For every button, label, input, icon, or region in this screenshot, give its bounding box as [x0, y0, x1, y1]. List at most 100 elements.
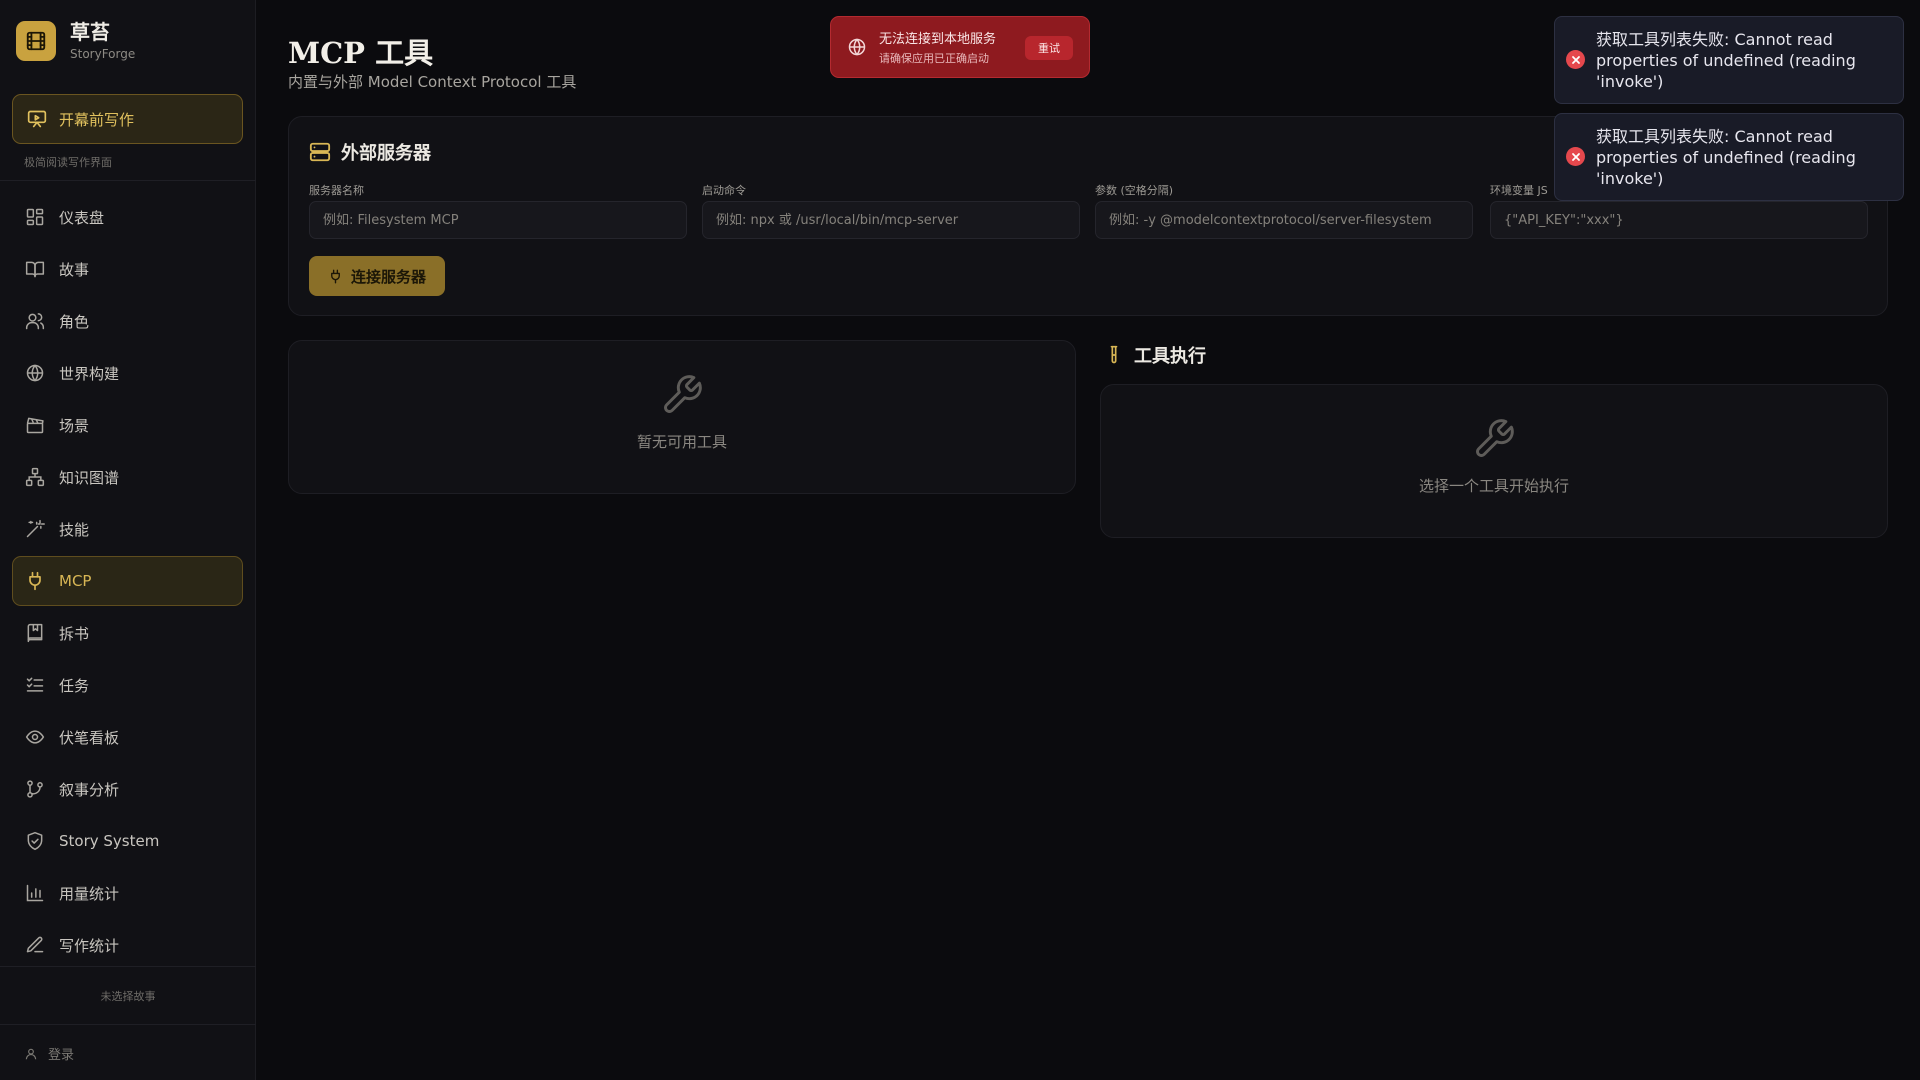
no-story-selected-note: 未选择故事 — [100, 990, 156, 1003]
sidebar-item-label: 故事 — [59, 260, 90, 279]
execution-empty-state: 选择一个工具开始执行 — [1101, 417, 1887, 496]
retry-button[interactable]: 重试 — [1025, 36, 1073, 60]
sidebar-item-label: Story System — [59, 832, 160, 850]
pen-icon — [26, 936, 44, 953]
bookmark-book-icon — [27, 623, 43, 643]
test-tube-icon — [1110, 345, 1118, 364]
sidebar-item-label: 任务 — [59, 676, 90, 695]
sidebar-item-label: 拆书 — [59, 624, 90, 643]
error-circle-icon — [1566, 147, 1585, 166]
sidebar-item-book-breakdown[interactable]: 拆书 — [12, 608, 243, 658]
server-name-input[interactable] — [309, 201, 687, 239]
args-label: 参数 (空格分隔) — [1095, 184, 1174, 197]
sidebar-divider — [0, 966, 256, 967]
sidebar-item-label: 技能 — [59, 520, 90, 539]
server-name-label: 服务器名称 — [309, 184, 364, 197]
sidebar-item-writing-stats[interactable]: 写作统计 — [12, 920, 243, 970]
git-branch-icon — [27, 780, 43, 798]
write-mode-label: 开幕前写作 — [59, 110, 135, 129]
book-icon — [25, 261, 45, 278]
plug-icon — [331, 269, 340, 283]
toast-message: 获取工具列表失败: Cannot read properties of unde… — [1596, 127, 1856, 188]
plug-icon — [29, 571, 41, 591]
checklist-icon — [26, 677, 44, 692]
start-command-label: 启动命令 — [702, 184, 746, 197]
env-vars-label: 环境变量 JS — [1490, 184, 1548, 197]
banner-title: 无法连接到本地服务 — [879, 32, 997, 47]
login-button[interactable]: 登录 — [24, 1044, 74, 1063]
sidebar-item-label: 世界构建 — [59, 364, 120, 383]
sidebar-item-knowledge-graph[interactable]: 知识图谱 — [12, 452, 243, 502]
login-label: 登录 — [48, 1048, 75, 1063]
tools-empty-text: 暂无可用工具 — [636, 433, 727, 451]
env-vars-input[interactable] — [1490, 201, 1868, 239]
users-icon — [25, 313, 45, 330]
sidebar-item-label: 场景 — [59, 416, 90, 435]
error-circle-icon — [1566, 50, 1585, 69]
sidebar-item-label: 写作统计 — [59, 936, 120, 955]
sidebar-item-usage-stats[interactable]: 用量统计 — [12, 868, 243, 918]
sidebar-item-scenes[interactable]: 场景 — [12, 400, 243, 450]
sidebar-item-characters[interactable]: 角色 — [12, 296, 243, 346]
eye-icon — [25, 730, 45, 744]
bar-chart-icon — [26, 884, 44, 902]
start-command-input[interactable] — [702, 201, 1080, 239]
args-input[interactable] — [1095, 201, 1473, 239]
error-toast[interactable]: 获取工具列表失败: Cannot read properties of unde… — [1554, 113, 1904, 201]
banner-subtitle: 请确保应用已正确启动 — [879, 52, 989, 65]
sidebar-item-tasks[interactable]: 任务 — [12, 660, 243, 710]
sidebar-divider — [0, 180, 256, 181]
sidebar-item-label: 知识图谱 — [59, 468, 120, 487]
presentation-icon — [27, 110, 47, 128]
sidebar: 草苔 StoryForge 开幕前写作 极简阅读写作界面 仪表盘 故事 角色 世… — [0, 0, 256, 1080]
tool-execution-title-text: 工具执行 — [1134, 346, 1206, 367]
sidebar-item-dashboard[interactable]: 仪表盘 — [12, 192, 243, 242]
sidebar-item-label: 叙事分析 — [59, 780, 120, 799]
external-server-title: 外部服务器 — [309, 139, 431, 165]
sidebar-item-worldbuilding[interactable]: 世界构建 — [12, 348, 243, 398]
error-toast[interactable]: 获取工具列表失败: Cannot read properties of unde… — [1554, 16, 1904, 104]
network-icon — [25, 467, 45, 487]
server-icon — [309, 142, 331, 162]
execution-empty-text: 选择一个工具开始执行 — [1418, 477, 1569, 495]
sidebar-item-label: 用量统计 — [59, 884, 120, 903]
write-mode-hint: 极简阅读写作界面 — [24, 156, 112, 169]
sidebar-item-label: 仪表盘 — [59, 208, 105, 227]
brand[interactable]: 草苔 StoryForge — [16, 20, 135, 62]
user-icon — [25, 1048, 37, 1059]
film-logo-icon — [16, 21, 56, 61]
sidebar-item-skills[interactable]: 技能 — [12, 504, 243, 554]
sidebar-item-mcp[interactable]: MCP — [12, 556, 243, 606]
wand-icon — [26, 519, 45, 538]
globe-icon — [848, 38, 866, 56]
sidebar-item-narrative-analysis[interactable]: 叙事分析 — [12, 764, 243, 814]
tool-execution-title: 工具执行 — [1104, 342, 1206, 368]
connect-server-button[interactable]: 连接服务器 — [309, 256, 445, 296]
tools-empty-state: 暂无可用工具 — [289, 373, 1075, 452]
sidebar-item-foreshadow-board[interactable]: 伏笔看板 — [12, 712, 243, 762]
sidebar-item-label: MCP — [59, 572, 92, 590]
wrench-icon — [1476, 419, 1514, 457]
write-mode-button[interactable]: 开幕前写作 — [12, 94, 243, 144]
connection-error-banner: 无法连接到本地服务 请确保应用已正确启动 重试 — [830, 16, 1090, 78]
sidebar-nav: 仪表盘 故事 角色 世界构建 场景 知识图谱 技能 MCP 拆书 任务 伏笔看板… — [12, 192, 243, 972]
connect-server-label: 连接服务器 — [350, 267, 426, 286]
external-server-title-text: 外部服务器 — [341, 143, 431, 164]
brand-subtitle: StoryForge — [70, 47, 136, 61]
toast-message: 获取工具列表失败: Cannot read properties of unde… — [1596, 30, 1856, 91]
sidebar-item-label: 角色 — [59, 312, 90, 331]
page-subtitle: 内置与外部 Model Context Protocol 工具 — [288, 73, 577, 91]
sidebar-item-story-system[interactable]: Story System — [12, 816, 243, 866]
wrench-icon — [664, 375, 702, 413]
page-title: MCP 工具 — [288, 36, 434, 70]
tool-execution-panel: 选择一个工具开始执行 — [1100, 384, 1888, 538]
sidebar-item-label: 伏笔看板 — [59, 728, 120, 747]
shield-icon — [27, 831, 43, 851]
dashboard-icon — [26, 208, 44, 226]
globe-icon — [26, 364, 44, 382]
sidebar-item-stories[interactable]: 故事 — [12, 244, 243, 294]
sidebar-divider — [0, 1024, 256, 1025]
tools-list-panel: 暂无可用工具 — [288, 340, 1076, 494]
brand-name: 草苔 — [70, 20, 110, 44]
clapperboard-icon — [26, 417, 44, 434]
